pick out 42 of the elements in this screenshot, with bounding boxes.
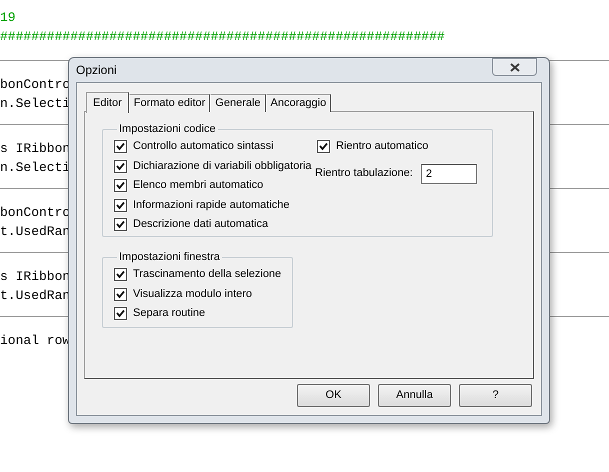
checkbox[interactable] (114, 218, 127, 231)
code-comment: 19 (0, 9, 16, 27)
group-title: Impostazioni codice (118, 122, 217, 137)
checkbox-label: Trascinamento della selezione (133, 267, 282, 282)
code-line: n.Selecti (0, 95, 70, 113)
code-line: s IRibbon (0, 140, 70, 158)
window-title: Opzioni (76, 62, 117, 79)
code-line: bonContro (0, 204, 70, 222)
checkbox[interactable] (114, 288, 127, 300)
checkbox-label: Dichiarazione di variabili obbligatoria (133, 158, 312, 174)
checkbox-label: Informazioni rapide automatiche (133, 198, 290, 213)
code-line: t.UsedRan (0, 223, 70, 241)
checkbox[interactable] (114, 179, 127, 192)
checkbox[interactable] (114, 307, 127, 320)
checkbox-label: Descrizione dati automatica (133, 217, 268, 232)
group-title: Impostazioni finestra (118, 250, 221, 265)
tab[interactable]: Generale (210, 94, 266, 112)
code-comment: ######################################################### (0, 28, 445, 46)
checkbox[interactable] (317, 140, 330, 153)
dialog-button[interactable]: Annulla (378, 384, 451, 407)
checkbox-label: Separa routine (133, 306, 206, 322)
code-line: n.Selecti (0, 159, 70, 177)
dialog-button[interactable]: ? (459, 384, 532, 407)
checkbox[interactable] (114, 268, 127, 281)
checkbox-label: Controllo automatico sintassi (133, 139, 274, 154)
tab[interactable]: Editor (86, 92, 129, 113)
code-line: s IRibbon (0, 268, 70, 286)
field-label: Rientro tabulazione: (315, 166, 413, 182)
close-icon (510, 62, 520, 72)
checkbox-label: Visualizza modulo intero (133, 286, 252, 302)
code-line: bonContro (0, 76, 70, 94)
code-line: t.UsedRan (0, 287, 70, 305)
checkbox[interactable] (114, 198, 127, 212)
dialog-button[interactable]: OK (297, 384, 370, 407)
checkbox[interactable] (114, 140, 127, 153)
checkbox-label: Rientro automatico (336, 139, 428, 154)
tab[interactable]: Ancoraggio (266, 94, 332, 112)
input-field[interactable]: 2 (420, 164, 477, 184)
checkbox[interactable] (114, 160, 127, 172)
tab[interactable]: Formato editor (128, 94, 210, 112)
checkbox-label: Elenco membri automatico (133, 178, 264, 194)
close-button[interactable] (492, 58, 537, 76)
